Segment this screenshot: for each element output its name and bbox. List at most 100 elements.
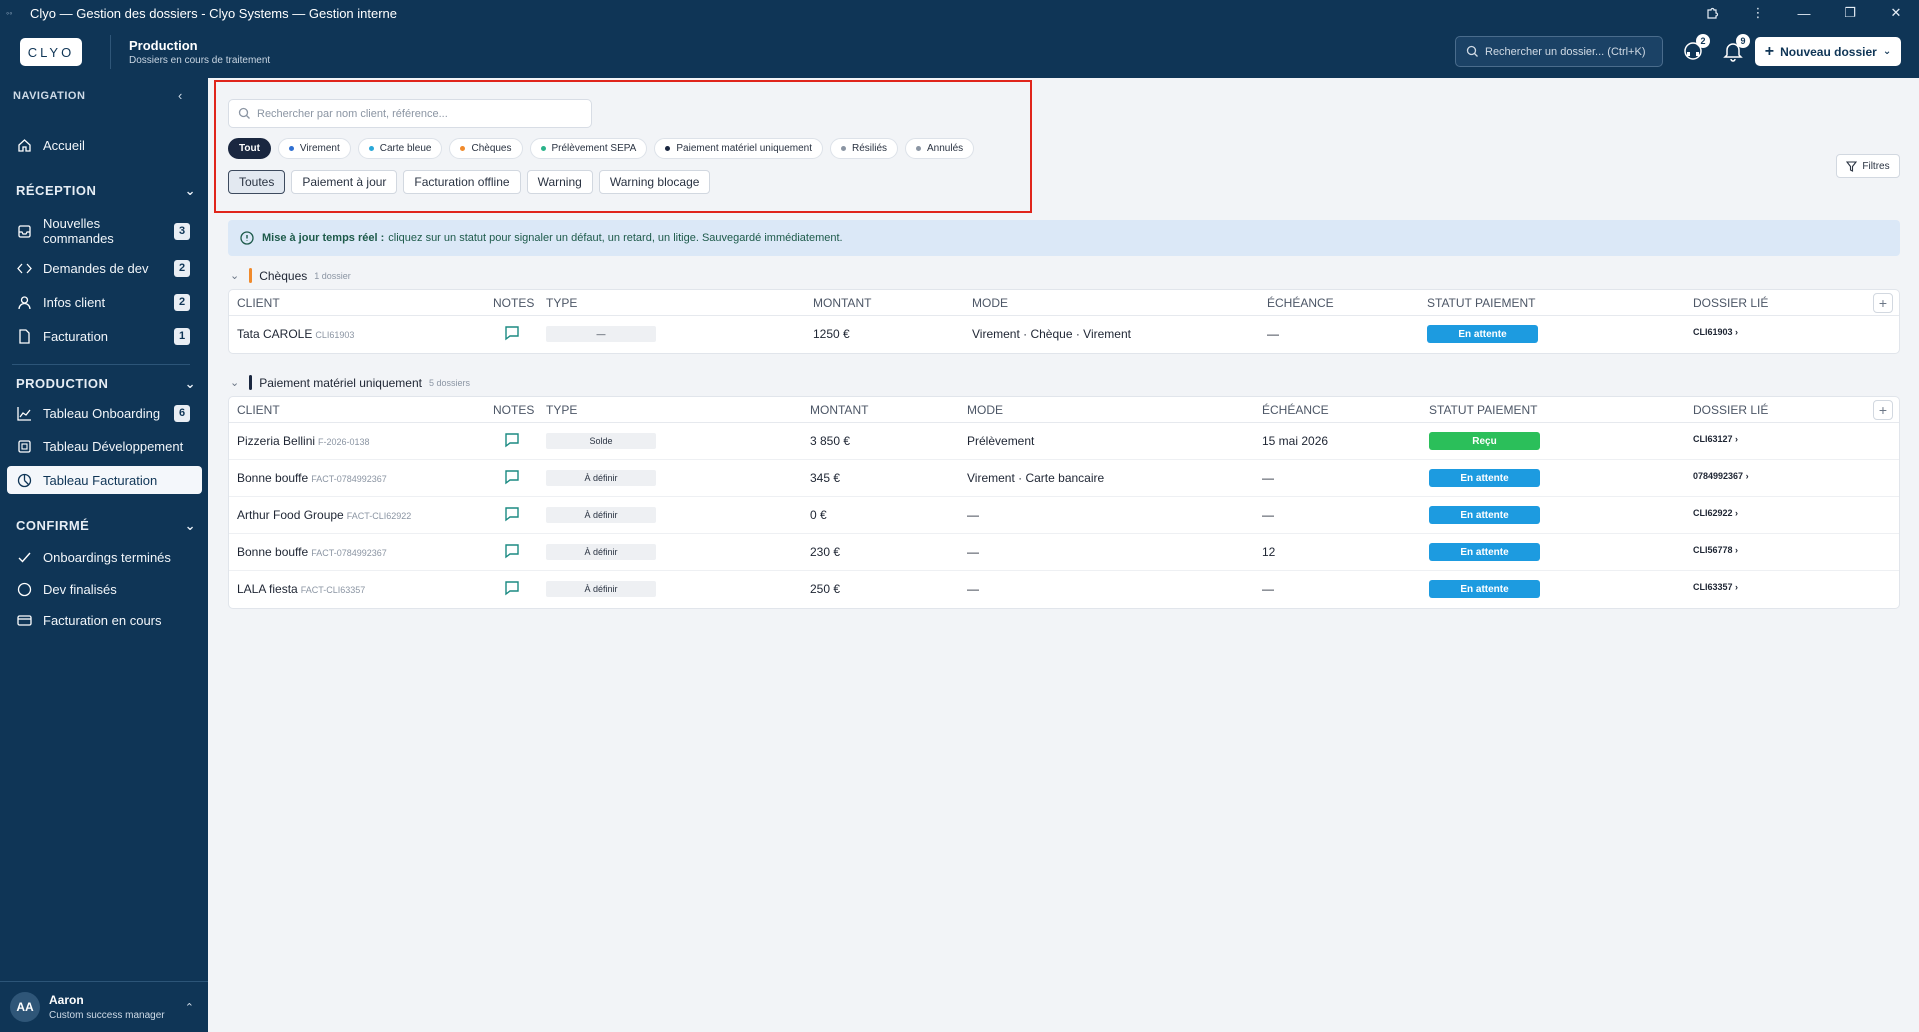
filter-icon — [1846, 160, 1858, 172]
user-menu[interactable]: AA Aaron Custom success manager ⌃ — [0, 981, 208, 1032]
more-options-icon[interactable]: ⋮ — [1735, 0, 1781, 26]
logo[interactable]: CLYO — [20, 38, 82, 66]
col-montant: MONTANT — [810, 403, 869, 417]
collapse-sidebar-icon[interactable]: ‹ — [178, 88, 182, 103]
sidebar-item-nouvelles-commandes[interactable]: Nouvelles commandes 3 — [7, 212, 202, 250]
col-notes: NOTES — [493, 403, 535, 417]
status-badge[interactable]: Reçu — [1429, 432, 1540, 450]
client-cell[interactable]: Bonne bouffe FACT-0784992367 — [237, 471, 387, 485]
notifications-button[interactable]: 9 — [1720, 34, 1750, 64]
tag-paiement-a-jour[interactable]: Paiement à jour — [291, 170, 398, 194]
table-row[interactable]: Bonne bouffe FACT-0784992367 À définir 34… — [229, 460, 1899, 497]
sidebar-item-facturation-en-cours[interactable]: Facturation en cours — [7, 606, 202, 634]
amount-cell: 1250 € — [813, 327, 850, 341]
page-title: Production — [129, 38, 198, 53]
sidebar-item-tableau-developpement[interactable]: Tableau Développement — [7, 432, 202, 460]
table-row[interactable]: Arthur Food Groupe FACT-CLI62922 À défini… — [229, 497, 1899, 534]
sidebar-item-dev-finalises[interactable]: Dev finalisés — [7, 575, 202, 603]
chip-resilies[interactable]: Résiliés — [830, 138, 899, 159]
status-badge[interactable]: En attente — [1429, 469, 1540, 487]
tag-toutes[interactable]: Toutes — [228, 170, 286, 194]
chip-label: Tout — [239, 143, 260, 154]
gauge-icon — [15, 473, 33, 488]
sidebar-item-facturation[interactable]: Facturation 1 — [7, 322, 202, 350]
chat-icon[interactable] — [504, 432, 520, 451]
dossier-link[interactable]: CLI56778 › — [1693, 545, 1738, 555]
mode-cell: — — [967, 582, 979, 596]
sidebar-item-onboardings-termines[interactable]: Onboardings terminés — [7, 543, 202, 571]
client-name: Tata CAROLE — [237, 327, 313, 341]
table-row[interactable]: Bonne bouffe FACT-0784992367 À définir 23… — [229, 534, 1899, 571]
chip-label: Paiement matériel uniquement — [676, 143, 812, 154]
chip-prelevement-sepa[interactable]: Prélèvement SEPA — [529, 138, 648, 159]
section-reception[interactable]: RÉCEPTION ⌄ — [16, 183, 196, 199]
add-column-button[interactable]: + — [1873, 293, 1893, 313]
add-column-button[interactable]: + — [1873, 400, 1893, 420]
client-cell[interactable]: Arthur Food Groupe FACT-CLI62922 — [237, 508, 411, 522]
chip-cheques[interactable]: Chèques — [449, 138, 523, 159]
restore-button[interactable]: ❐ — [1827, 0, 1873, 26]
type-pill[interactable]: À définir — [546, 544, 656, 560]
chip-virement[interactable]: Virement — [277, 138, 351, 159]
chat-icon[interactable] — [504, 580, 520, 599]
sidebar-item-label: Tableau Développement — [43, 438, 184, 454]
dossier-link[interactable]: CLI63357 › — [1693, 582, 1738, 592]
chip-annules[interactable]: Annulés — [905, 138, 975, 159]
status-badge[interactable]: En attente — [1427, 325, 1538, 343]
extension-icon[interactable] — [1689, 0, 1735, 26]
client-cell[interactable]: Bonne bouffe FACT-0784992367 — [237, 545, 387, 559]
dossier-link[interactable]: CLI62922 › — [1693, 508, 1738, 518]
table-row[interactable]: Pizzeria Bellini F-2026-0138 Solde 3 850 … — [229, 423, 1899, 460]
sidebar-item-tableau-onboarding[interactable]: Tableau Onboarding 6 — [7, 399, 202, 427]
dossier-link[interactable]: CLI61903 › — [1693, 327, 1738, 337]
global-search-placeholder: Rechercher un dossier... (Ctrl+K) — [1485, 45, 1646, 58]
dossier-link[interactable]: CLI63127 › — [1693, 434, 1738, 444]
square-icon — [15, 439, 33, 454]
group-title: Paiement matériel uniquement — [259, 375, 422, 390]
type-pill[interactable]: — — [546, 326, 656, 342]
new-dossier-button[interactable]: + Nouveau dossier ⌄ — [1755, 37, 1901, 66]
home-icon — [15, 138, 33, 153]
status-badge[interactable]: En attente — [1429, 580, 1540, 598]
filter-search-input[interactable]: Rechercher par nom client, référence... — [228, 99, 592, 128]
table-row[interactable]: Tata CAROLE CLI61903 — 1250 € Virement · … — [229, 316, 1899, 353]
type-pill[interactable]: À définir — [546, 581, 656, 597]
type-pill[interactable]: Solde — [546, 433, 656, 449]
minimize-button[interactable]: — — [1781, 0, 1827, 26]
amount-cell: 230 € — [810, 545, 841, 559]
chip-carte-bleue[interactable]: Carte bleue — [357, 138, 443, 159]
header-divider — [110, 35, 111, 69]
support-button[interactable]: 2 — [1680, 34, 1710, 64]
status-badge[interactable]: En attente — [1429, 543, 1540, 561]
client-cell[interactable]: Pizzeria Bellini F-2026-0138 — [237, 434, 370, 448]
type-pill[interactable]: À définir — [546, 470, 656, 486]
tag-warning[interactable]: Warning — [526, 170, 593, 194]
sidebar-item-infos-client[interactable]: Infos client 2 — [7, 288, 202, 316]
status-badge[interactable]: En attente — [1429, 506, 1540, 524]
close-button[interactable]: ✕ — [1873, 0, 1919, 26]
table-row[interactable]: LALA fiesta FACT-CLI63357 À définir 250 €… — [229, 571, 1899, 608]
client-cell[interactable]: Tata CAROLE CLI61903 — [237, 327, 354, 341]
plus-icon: + — [1764, 42, 1775, 60]
chip-tout[interactable]: Tout — [228, 138, 271, 159]
section-confirme[interactable]: CONFIRMÉ ⌄ — [16, 518, 196, 534]
chat-icon[interactable] — [504, 543, 520, 562]
tag-warning-blocage[interactable]: Warning blocage — [598, 170, 711, 194]
section-production[interactable]: PRODUCTION ⌄ — [16, 376, 196, 392]
dossier-link[interactable]: 0784992367 › — [1693, 471, 1749, 481]
sidebar-item-accueil[interactable]: Accueil — [7, 131, 202, 159]
type-pill[interactable]: À définir — [546, 507, 656, 523]
chat-icon[interactable] — [504, 325, 520, 344]
chat-icon[interactable] — [504, 469, 520, 488]
global-search-input[interactable]: Rechercher un dossier... (Ctrl+K) — [1455, 36, 1663, 67]
sidebar-item-demandes-de-dev[interactable]: Demandes de dev 2 — [7, 254, 202, 282]
chip-paiement-materiel[interactable]: Paiement matériel uniquement — [654, 138, 823, 159]
filters-button[interactable]: Filtres — [1836, 154, 1900, 178]
chat-icon[interactable] — [504, 506, 520, 525]
sidebar-item-tableau-facturation[interactable]: Tableau Facturation — [7, 466, 202, 494]
group-header-cheques[interactable]: ⌄ Chèques 1 dossier — [230, 268, 351, 283]
client-cell[interactable]: LALA fiesta FACT-CLI63357 — [237, 582, 365, 596]
inbox-icon — [15, 224, 33, 239]
group-header-paiement-materiel[interactable]: ⌄ Paiement matériel uniquement 5 dossier… — [230, 375, 470, 390]
tag-facturation-offline[interactable]: Facturation offline — [403, 170, 521, 194]
